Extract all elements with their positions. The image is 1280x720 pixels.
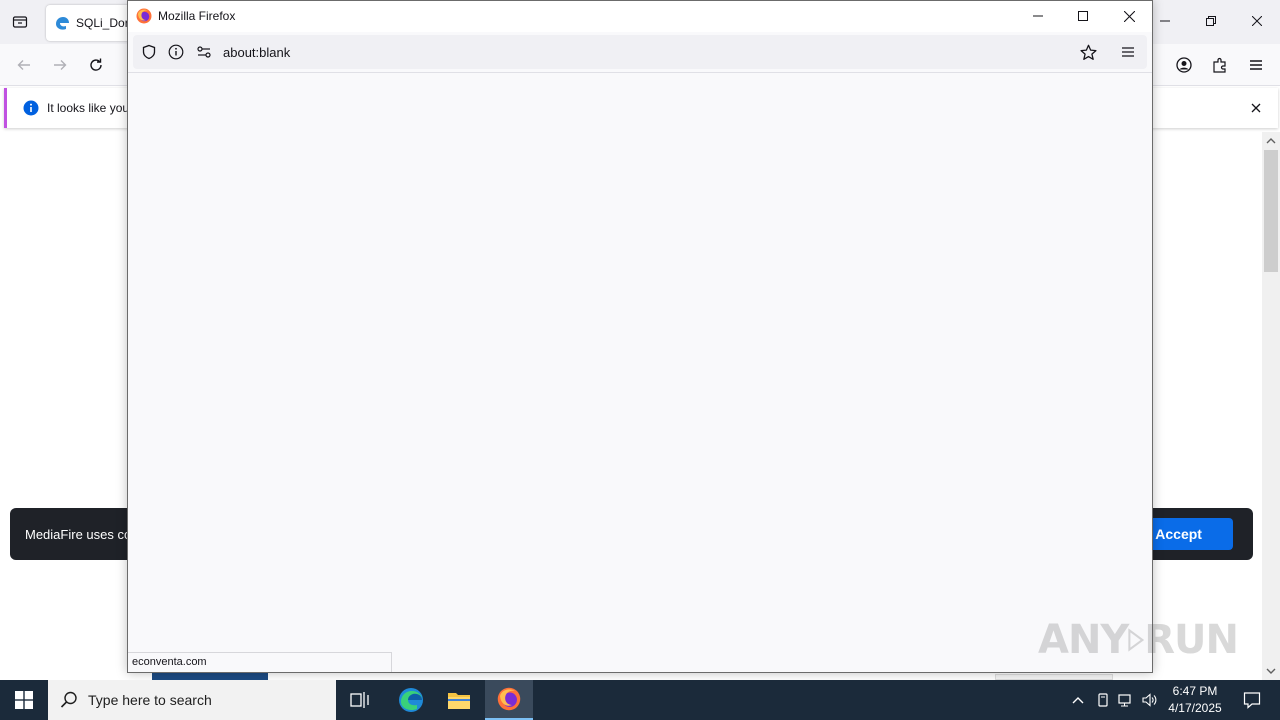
folder-icon	[448, 693, 470, 709]
site-info-button[interactable]	[167, 43, 185, 61]
reload-icon	[90, 58, 102, 71]
reload-button[interactable]	[83, 52, 109, 78]
popup-minimize-button[interactable]	[1015, 1, 1061, 31]
tray-device-button[interactable]	[1095, 692, 1111, 708]
info-circle-icon	[168, 44, 184, 60]
bookmark-button[interactable]	[1079, 43, 1097, 61]
popup-maximize-button[interactable]	[1060, 1, 1106, 31]
star-icon	[1079, 44, 1097, 60]
page-button-fragment	[152, 672, 268, 680]
device-icon	[1098, 693, 1108, 707]
scroll-thumb[interactable]	[1264, 150, 1278, 272]
popup-window-title: Mozilla Firefox	[158, 9, 236, 23]
extensions-button[interactable]	[1207, 52, 1233, 78]
tracking-protection-button[interactable]	[140, 43, 158, 61]
watermark-text-right: RUN	[1144, 617, 1239, 663]
popup-firefox-window: Mozilla Firefox about:blank econventa.co	[127, 0, 1153, 673]
back-button[interactable]	[11, 52, 37, 78]
scroll-down-button[interactable]	[1262, 662, 1280, 680]
edge-favicon-icon	[54, 15, 70, 31]
windows-logo-icon	[15, 691, 33, 709]
minimize-icon	[1160, 20, 1170, 22]
minimize-icon	[1033, 15, 1043, 17]
maximize-icon	[1078, 11, 1088, 21]
hamburger-icon	[1250, 60, 1262, 70]
status-link-preview: econventa.com	[128, 652, 392, 672]
puzzle-icon	[1213, 57, 1226, 73]
close-icon	[1123, 10, 1135, 22]
popup-titlebar[interactable]: Mozilla Firefox	[128, 1, 1152, 32]
close-icon	[1251, 103, 1261, 113]
menu-button[interactable]	[1243, 52, 1269, 78]
chevron-up-icon	[1072, 697, 1084, 704]
chevron-up-icon	[1266, 138, 1276, 144]
show-hidden-icons-button[interactable]	[1070, 692, 1086, 708]
popup-close-button[interactable]	[1106, 1, 1152, 31]
windows-taskbar: Type here to search 6:47 PM 4/17/2025	[0, 680, 1280, 720]
network-icon	[1118, 694, 1131, 707]
edge-icon	[399, 688, 423, 712]
notification-icon	[1243, 692, 1261, 709]
clock-date: 4/17/2025	[1168, 701, 1222, 715]
account-icon	[1176, 57, 1192, 73]
restore-icon	[1206, 16, 1216, 26]
tab-list-button[interactable]	[8, 10, 32, 34]
scroll-up-button[interactable]	[1262, 132, 1280, 150]
permissions-icon	[197, 46, 211, 58]
close-icon	[1252, 16, 1262, 26]
notification-text: It looks like you	[47, 101, 130, 115]
arrow-right-icon	[54, 60, 67, 70]
popup-page-content	[128, 73, 1152, 672]
search-placeholder: Type here to search	[88, 692, 212, 708]
anyrun-watermark: ANY RUN	[1038, 608, 1239, 672]
taskbar-firefox[interactable]	[485, 680, 533, 720]
popup-menu-button[interactable]	[1119, 43, 1137, 61]
info-icon	[23, 100, 39, 116]
tray-network-button[interactable]	[1118, 692, 1134, 708]
shield-icon	[142, 44, 156, 60]
play-logo-icon	[1128, 628, 1145, 652]
bg-restore-button[interactable]	[1188, 6, 1234, 36]
permissions-button[interactable]	[195, 43, 213, 61]
forward-button[interactable]	[47, 52, 73, 78]
task-view-icon	[350, 692, 369, 708]
bg-close-button[interactable]	[1234, 6, 1280, 36]
taskbar-edge[interactable]	[387, 680, 435, 720]
cookie-banner-text: MediaFire uses co	[25, 526, 132, 542]
account-button[interactable]	[1171, 52, 1197, 78]
taskbar-file-explorer[interactable]	[435, 680, 483, 720]
page-scrollbar[interactable]	[1262, 132, 1280, 680]
popup-address-bar[interactable]: about:blank	[133, 35, 1147, 69]
clock-time: 6:47 PM	[1172, 684, 1218, 698]
taskbar-search-box[interactable]: Type here to search	[48, 680, 336, 720]
speaker-icon	[1142, 693, 1157, 707]
firefox-icon	[497, 687, 521, 711]
notification-close-button[interactable]	[1248, 100, 1264, 116]
arrow-left-icon	[17, 60, 30, 70]
taskbar-clock[interactable]: 6:47 PM 4/17/2025	[1162, 683, 1228, 717]
tab-title: SQLi_Dork	[76, 16, 135, 30]
watermark-text-left: ANY	[1038, 617, 1129, 663]
search-icon	[60, 691, 77, 708]
start-button[interactable]	[0, 680, 48, 720]
popup-url-text[interactable]: about:blank	[223, 45, 290, 60]
tray-volume-button[interactable]	[1142, 692, 1158, 708]
task-view-button[interactable]	[336, 680, 384, 720]
action-center-button[interactable]	[1232, 680, 1272, 720]
tab-list-icon	[12, 16, 28, 28]
hamburger-icon	[1122, 47, 1134, 57]
firefox-logo-icon	[136, 8, 152, 24]
chevron-down-icon	[1266, 668, 1276, 674]
